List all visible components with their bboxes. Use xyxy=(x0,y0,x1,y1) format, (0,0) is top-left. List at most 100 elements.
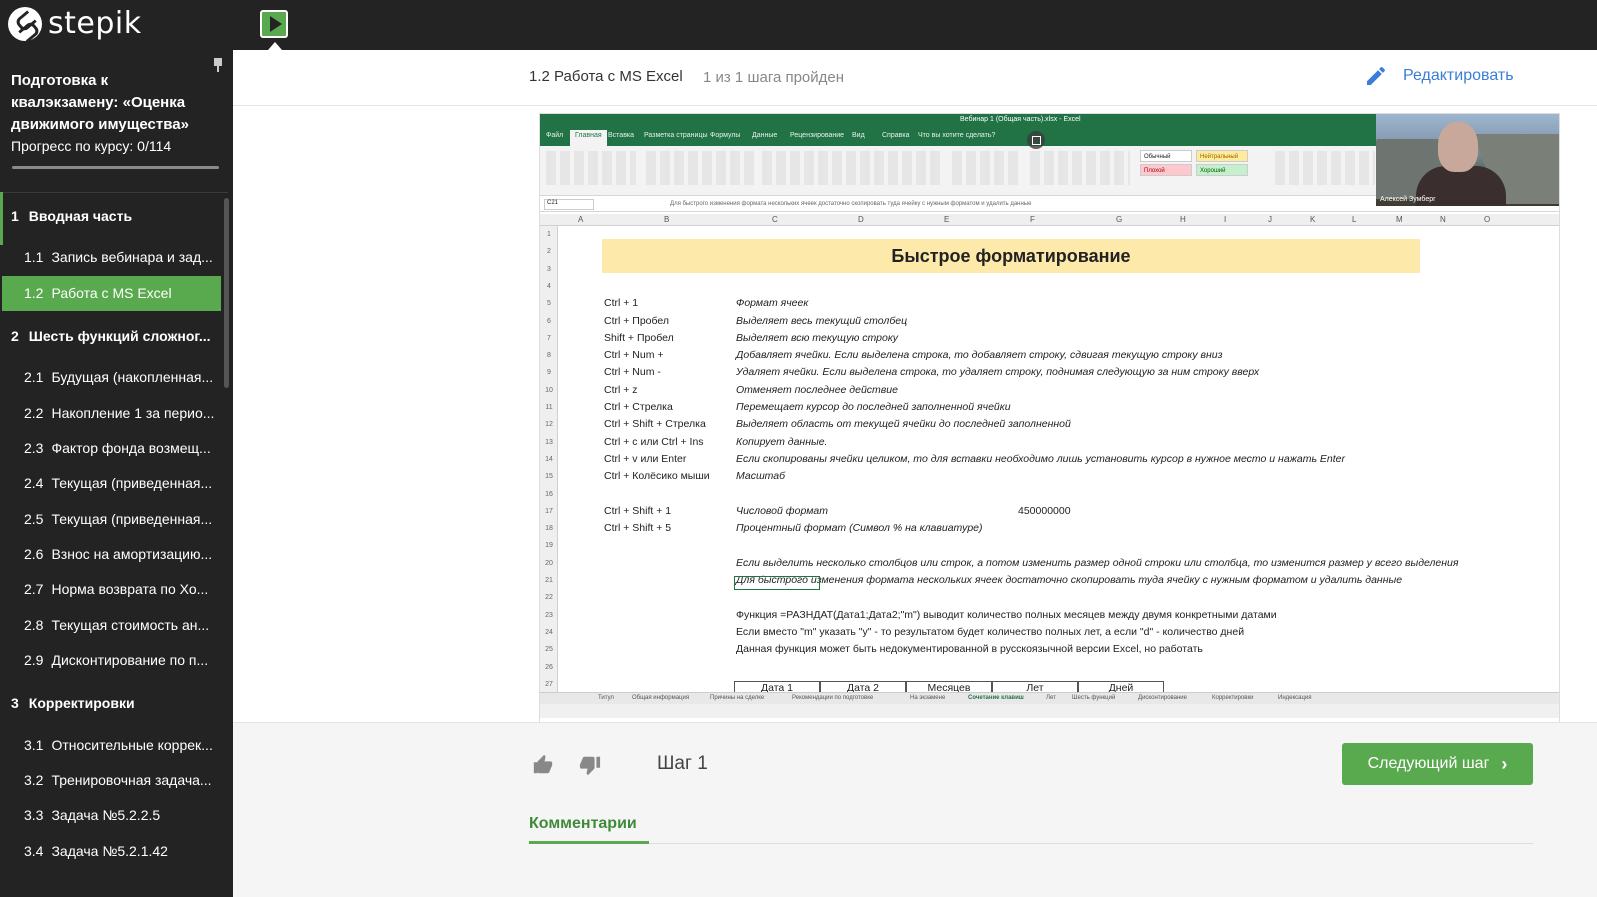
column-header: C xyxy=(772,215,778,224)
shortcut-desc: Отменяет последнее действие xyxy=(736,383,898,396)
row-number: 1 xyxy=(547,231,551,238)
speaker-name: Алексей Зумберг xyxy=(1380,196,1436,203)
lesson-item[interactable]: 2.1 Будущая (накопленная... xyxy=(0,360,222,395)
sheet-tab: Причины на сделке xyxy=(710,695,765,701)
sheet-note: Для быстрого изменения формата нескольки… xyxy=(736,574,1403,586)
sheet-tab: Общая информация xyxy=(632,695,690,701)
excel-ribbon-tab: Файл xyxy=(546,132,564,139)
sheet-banner: Быстрое форматирование xyxy=(602,239,1420,273)
shortcut-keys: Ctrl + z xyxy=(604,383,638,396)
edit-button[interactable]: Редактировать xyxy=(1364,64,1514,88)
brand-name: stepik xyxy=(48,6,142,41)
lesson-item[interactable]: 2.8 Текущая стоимость ан... xyxy=(0,608,222,643)
row-number: 17 xyxy=(545,507,553,515)
shortcut-desc: Если скопированы ячейки целиком, то для … xyxy=(736,452,1346,465)
excel-ribbon-tab: Вставка xyxy=(608,132,635,139)
column-header: M xyxy=(1396,215,1403,224)
lesson-item[interactable]: 2.5 Текущая (приведенная... xyxy=(0,502,222,537)
column-headers: A B C D E F G H I J K L M N O xyxy=(540,214,1559,226)
excel-ribbon-tab: Данные xyxy=(752,132,778,139)
module-1[interactable]: 1 Вводная часть xyxy=(0,205,222,227)
row-number: 20 xyxy=(545,559,553,567)
excel-style-chip: Обычный xyxy=(1140,150,1192,162)
next-step-button[interactable]: Следующий шаг › xyxy=(1342,743,1533,785)
thumbs-up-icon[interactable] xyxy=(532,754,554,776)
excel-ribbon-tab: Формулы xyxy=(710,132,741,139)
shortcut-keys: Shift + Пробел xyxy=(604,331,674,344)
shortcut-keys: Ctrl + Shift + 1 xyxy=(604,504,672,517)
course-title[interactable]: Подготовка к квалэкзамену: «Оценка движи… xyxy=(11,70,211,136)
number-value: 450000000 xyxy=(1018,504,1071,517)
row-number: 14 xyxy=(545,455,553,463)
step-footer: Шаг 1 Следующий шаг › Комментарии xyxy=(233,722,1597,897)
module-2[interactable]: 2 Шесть функций сложног... xyxy=(0,325,222,347)
column-header: A xyxy=(578,215,584,224)
top-bar: stepik xyxy=(0,0,1597,50)
shortcut-keys: Ctrl + Стрелка xyxy=(604,401,673,413)
row-number: 5 xyxy=(547,300,551,308)
row-number: 25 xyxy=(545,646,553,654)
lesson-item[interactable]: 2.7 Норма возврата по Хо... xyxy=(0,572,222,607)
sheet-tab: Корректировки xyxy=(1212,695,1254,701)
shortcut-desc: Выделяет область от текущей ячейки до по… xyxy=(736,418,1071,431)
progress-value: 0/114 xyxy=(137,138,172,154)
row-number: 26 xyxy=(545,663,553,671)
excel-style-chip: Хороший xyxy=(1196,164,1248,176)
shortcut-keys: Ctrl + Shift + 5 xyxy=(604,522,672,535)
excel-ribbon-tab: Главная xyxy=(570,130,607,146)
thumbs-down-icon[interactable] xyxy=(579,754,601,776)
function-note: Если вместо "m" указать "y" - то результ… xyxy=(736,625,1245,638)
lesson-title: 1.2 Работа с MS Excel xyxy=(529,68,683,85)
course-progress: Прогресс по курсу: 0/114 xyxy=(11,138,171,154)
sheet-tab: Лет xyxy=(1046,695,1056,701)
lesson-item[interactable]: 2.9 Дисконтирование по п... xyxy=(0,643,222,678)
column-header: H xyxy=(1180,215,1186,224)
row-number: 18 xyxy=(545,525,553,533)
shortcut-keys: Ctrl + Num - xyxy=(604,366,661,379)
stepik-logo-icon xyxy=(8,6,42,41)
row-number: 23 xyxy=(545,611,553,619)
lesson-item-active[interactable]: 1.2 Работа с MS Excel xyxy=(2,276,221,311)
lesson-item[interactable]: 1.1 Запись вебинара и зад... xyxy=(0,240,222,275)
shortcut-desc: Выделяет всю текущую строку xyxy=(736,331,899,344)
sheet-note: Если выделить несколько столбцов или стр… xyxy=(736,556,1459,569)
lesson-item[interactable]: 2.3 Фактор фонда возмещ... xyxy=(0,431,222,466)
row-number: 8 xyxy=(547,352,551,360)
shortcut-desc: Масштаб xyxy=(736,470,786,483)
column-header: J xyxy=(1268,215,1272,224)
excel-status-bar xyxy=(540,704,1559,718)
active-step-indicator xyxy=(268,42,282,50)
column-header: B xyxy=(664,215,670,224)
lesson-item[interactable]: 3.1 Относительные коррек... xyxy=(0,728,222,763)
popout-icon[interactable] xyxy=(1027,131,1045,149)
sheet-tab: Сочетание клавиш xyxy=(968,695,1024,701)
pin-icon[interactable] xyxy=(212,58,224,72)
excel-style-chip: Плохой xyxy=(1140,164,1192,176)
name-box: C21 xyxy=(544,199,594,210)
sheet-tab: Рекомендации по подготовке xyxy=(792,695,874,701)
row-number: 21 xyxy=(545,577,553,584)
steps-status: 1 из 1 шага пройден xyxy=(703,69,845,86)
video-player[interactable]: Вебинар 1 (Общая часть).xlsx - Excel Фай… xyxy=(539,113,1560,729)
row-number: 6 xyxy=(547,317,551,325)
chevron-right-icon: › xyxy=(1501,753,1508,774)
module-3[interactable]: 3 Корректировки xyxy=(0,692,222,714)
column-header: D xyxy=(858,215,864,224)
video-step-play-icon[interactable] xyxy=(260,10,288,38)
lesson-item[interactable]: 3.2 Тренировочная задача... xyxy=(0,763,222,798)
sheet-tab: Дисконтирование xyxy=(1138,695,1187,701)
shortcut-keys: Ctrl + v или Enter xyxy=(604,452,687,465)
excel-ribbon-tab: Что вы хотите сделать? xyxy=(918,132,996,139)
excel-style-chip: Нейтральный xyxy=(1196,150,1248,162)
lesson-item[interactable]: 2.6 Взнос на амортизацию... xyxy=(0,537,222,572)
comments-tab[interactable]: Комментарии xyxy=(529,815,637,833)
lesson-item[interactable]: 2.4 Текущая (приведенная... xyxy=(0,466,222,501)
column-header: O xyxy=(1484,215,1491,224)
lesson-item[interactable]: 2.2 Накопление 1 за перио... xyxy=(0,396,222,431)
stepik-logo[interactable]: stepik xyxy=(8,6,142,41)
excel-ribbon-tab: Разметка страницы xyxy=(644,132,708,139)
lesson-item[interactable]: 3.4 Задача №5.2.1.42 xyxy=(0,834,222,869)
lesson-item[interactable]: 3.3 Задача №5.2.2.5 xyxy=(0,798,222,833)
sidebar-scrollbar[interactable] xyxy=(224,198,229,388)
row-number: 11 xyxy=(545,404,553,411)
